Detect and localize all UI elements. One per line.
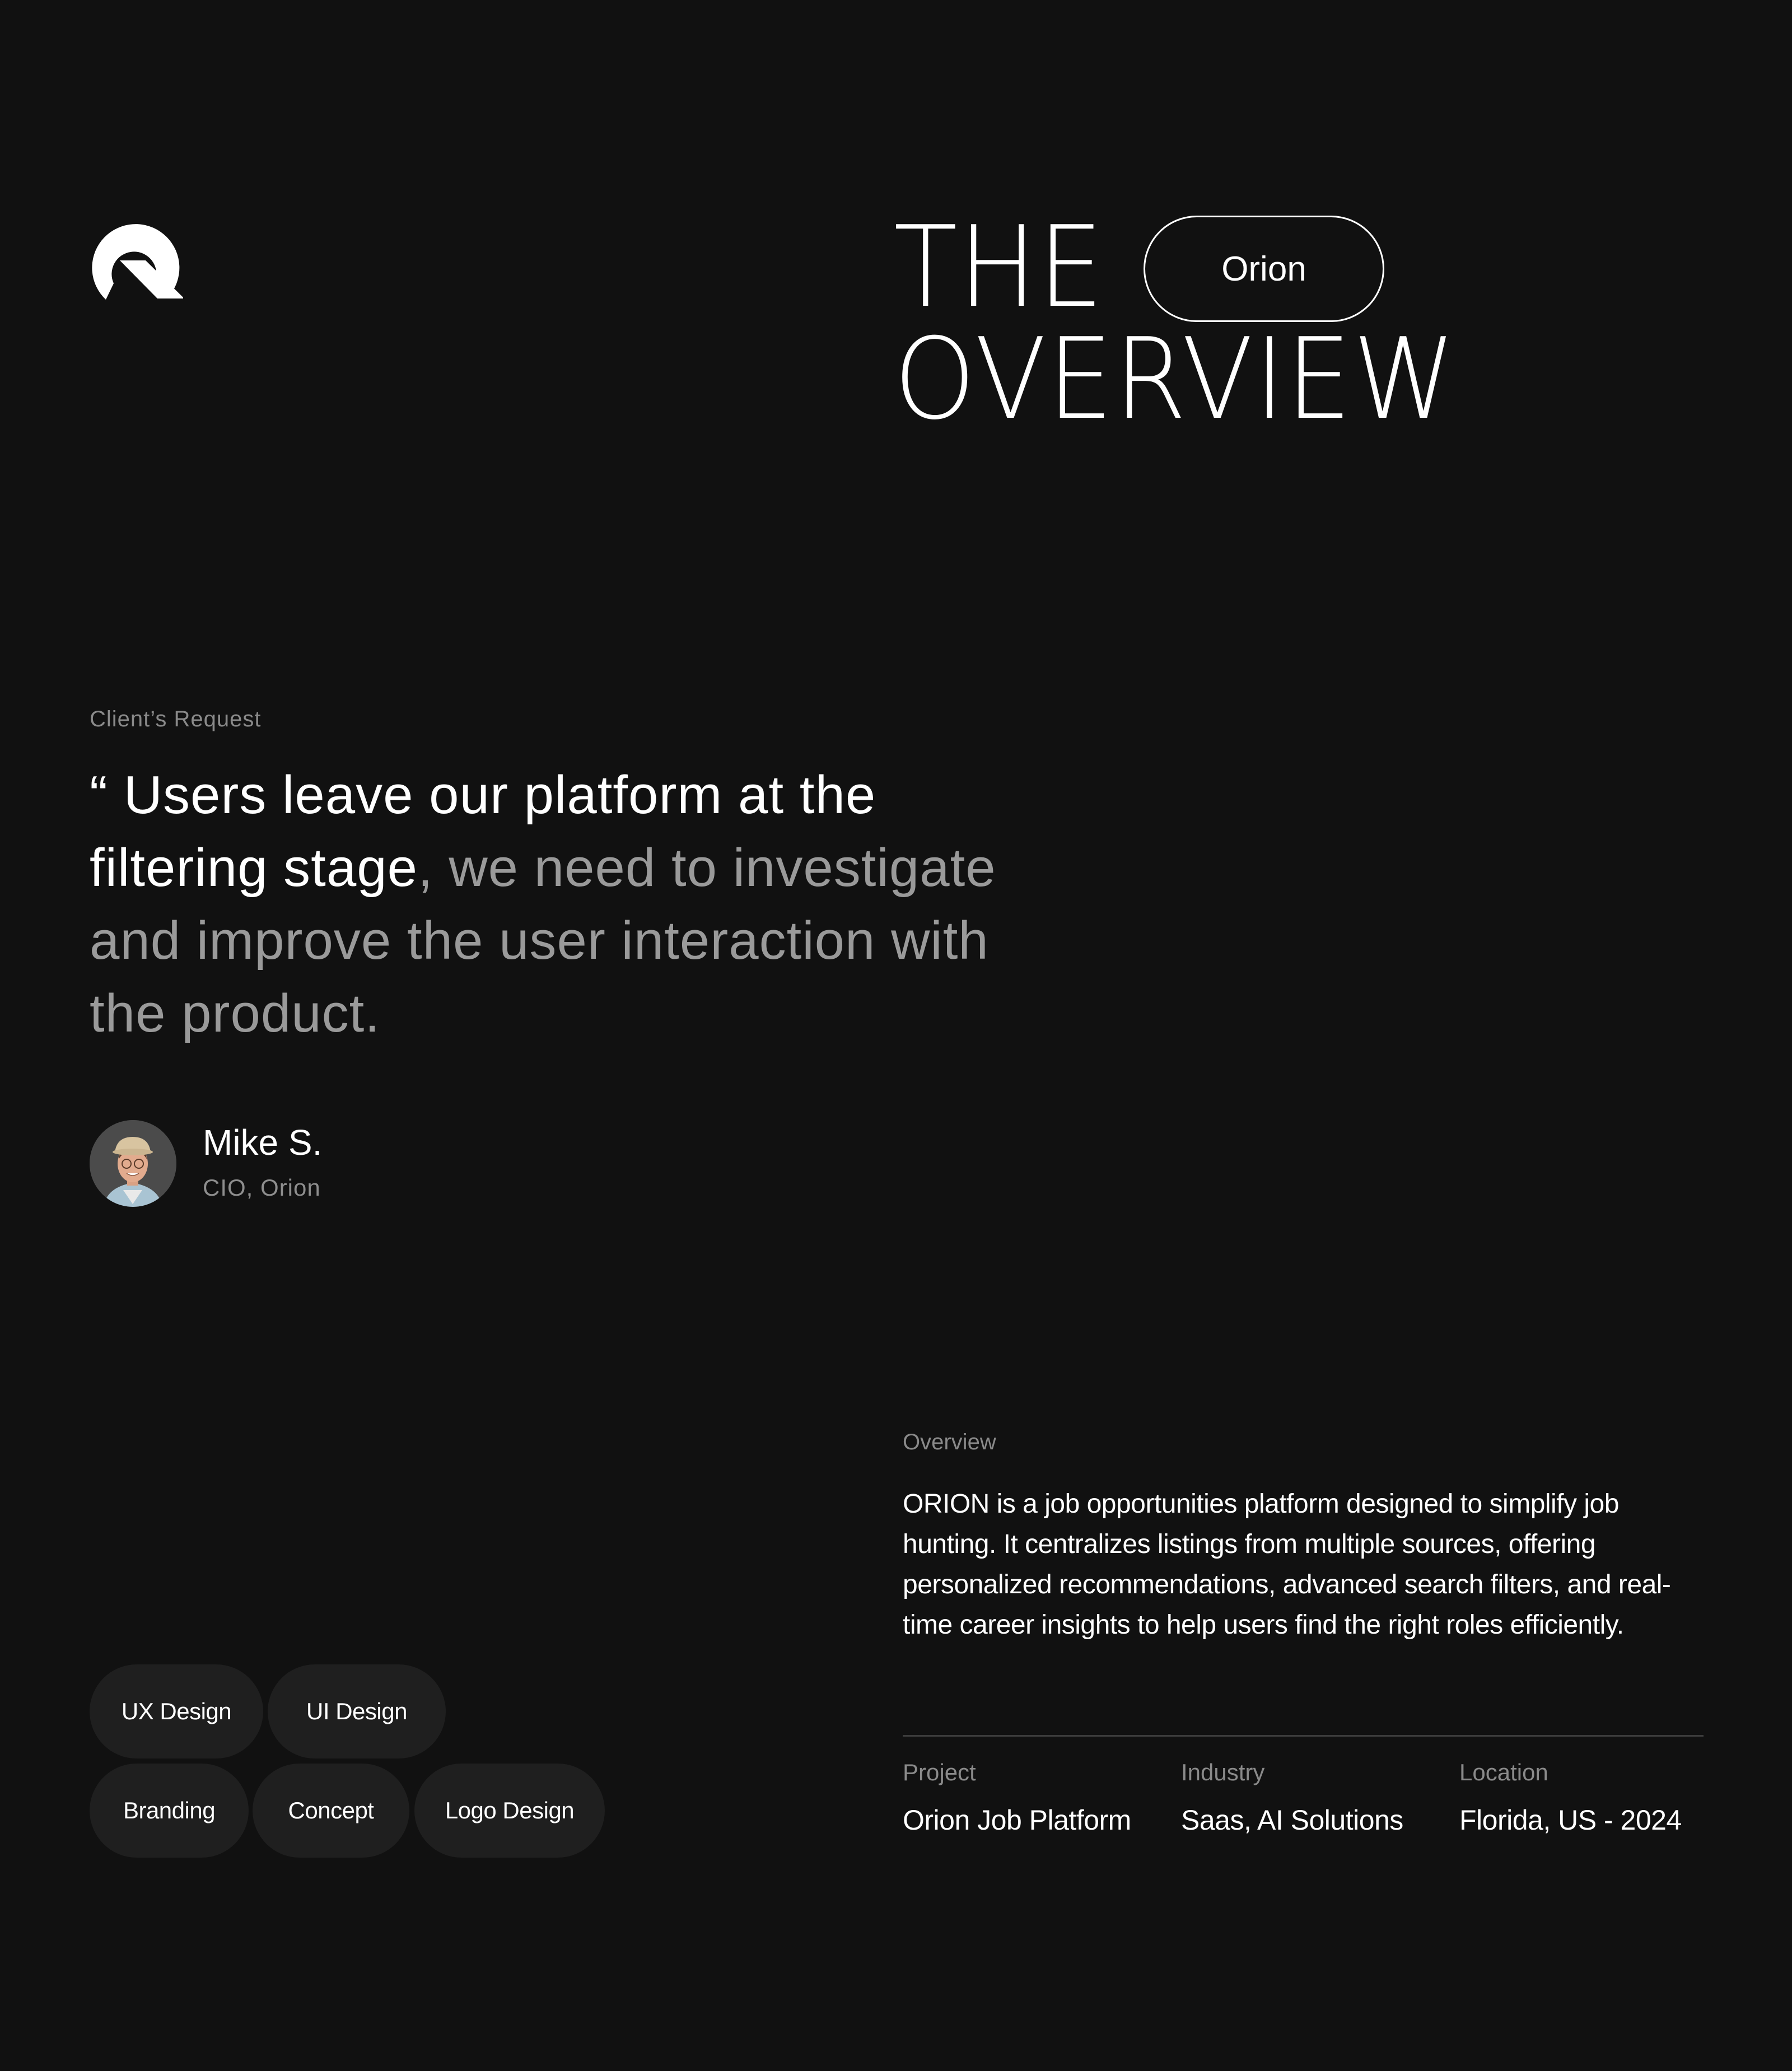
meta-industry-label: Industry xyxy=(1181,1759,1265,1785)
tag-ux-design[interactable]: UX Design xyxy=(90,1664,263,1759)
tag-logo-design[interactable]: Logo Design xyxy=(414,1764,605,1858)
meta-industry: Industry Saas, AI Solutions xyxy=(1181,1756,1403,1837)
tag-ui-design[interactable]: UI Design xyxy=(268,1664,446,1759)
overview-label: Overview xyxy=(903,1430,996,1454)
client-request-label: Client’s Request xyxy=(90,707,262,731)
meta-project: Project Orion Job Platform xyxy=(903,1756,1131,1837)
tag-concept[interactable]: Concept xyxy=(253,1764,409,1858)
quote-open-mark: “ xyxy=(90,765,124,825)
overview-description: ORION is a job opportunities platform de… xyxy=(903,1489,1671,1640)
tag-branding[interactable]: Branding xyxy=(90,1764,249,1858)
person-name: Mike S. xyxy=(203,1122,323,1163)
hero-title-line-1: THE xyxy=(894,202,1105,333)
client-quote: “ Users leave our platform at the filter… xyxy=(90,759,1042,1050)
person-role: CIO, Orion xyxy=(203,1174,321,1201)
divider xyxy=(903,1735,1704,1737)
meta-location: Location Florida, US - 2024 xyxy=(1459,1756,1682,1837)
avatar-photo-icon xyxy=(90,1120,176,1207)
meta-project-label: Project xyxy=(903,1759,976,1785)
avatar xyxy=(90,1120,176,1207)
meta-location-label: Location xyxy=(1459,1759,1548,1785)
meta-industry-value: Saas, AI Solutions xyxy=(1181,1804,1403,1836)
project-name-pill[interactable]: Orion xyxy=(1144,216,1384,322)
hero-title-line-2: OVERVIEW xyxy=(894,314,1457,445)
meta-location-value: Florida, US - 2024 xyxy=(1459,1804,1682,1836)
meta-project-value: Orion Job Platform xyxy=(903,1804,1131,1836)
brand-logo-icon[interactable] xyxy=(77,216,184,308)
